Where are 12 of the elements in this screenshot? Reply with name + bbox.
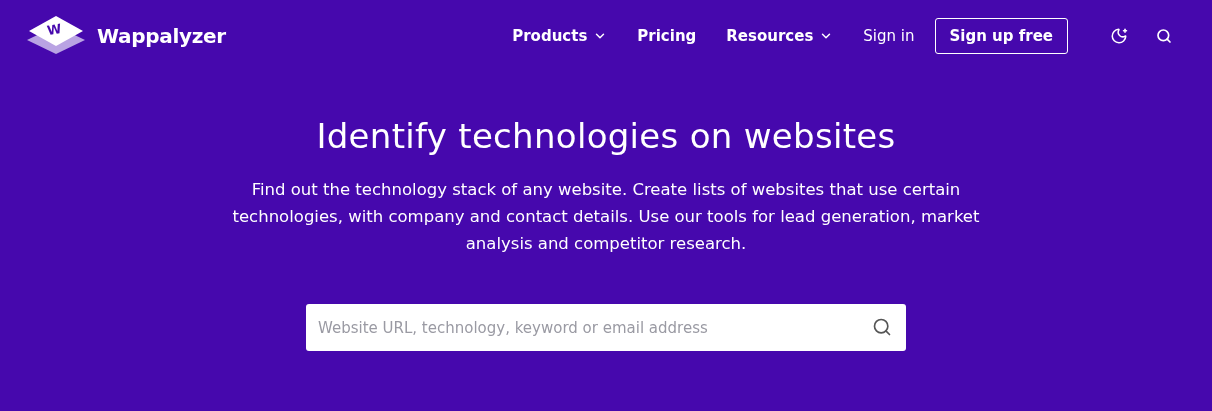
search-icon[interactable] <box>872 317 892 337</box>
search-field[interactable]: Website URL, technology, keyword or email address <box>306 304 906 351</box>
hero-title: Identify technologies on websites <box>316 116 896 156</box>
hero-text: Find out the technology stack of any website. Create lists of websites that use certain technologies, with company and contact details. Use our tools for lead generation, market analysis and competitor research. <box>231 179 981 255</box>
nav-link[interactable]: Pricing <box>637 27 697 45</box>
logo-name: Wappalyzer <box>97 24 226 48</box>
nav-menu[interactable]: Products <box>512 27 608 45</box>
moon-icon[interactable] <box>1110 27 1128 45</box>
sign-up-button[interactable]: Sign up free <box>934 18 1068 54</box>
search-icon[interactable] <box>1156 28 1172 44</box>
sign-in-link[interactable]: Sign in <box>863 27 915 45</box>
nav-menu[interactable]: Resources <box>726 27 834 45</box>
